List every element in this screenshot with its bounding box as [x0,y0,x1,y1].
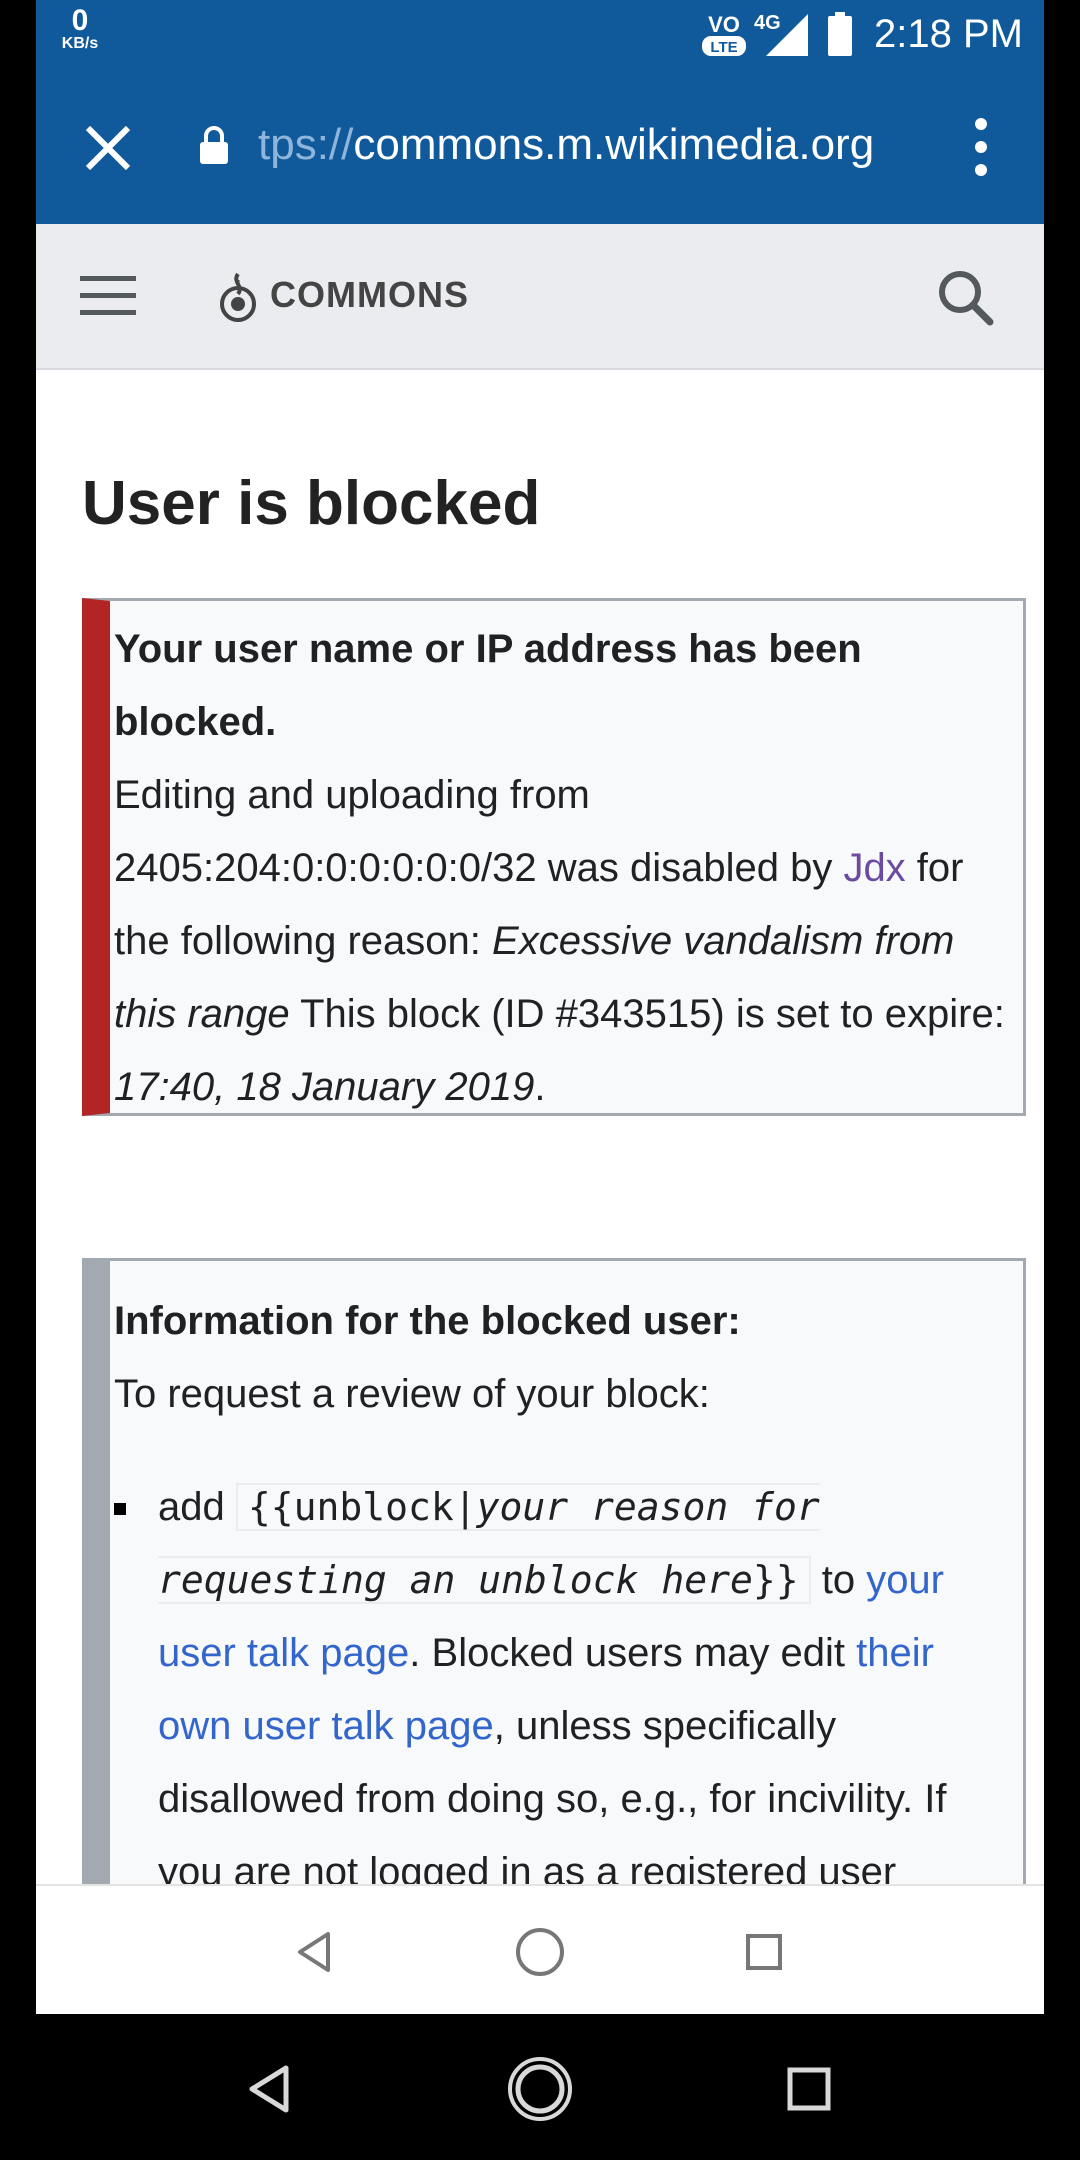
commons-logo-icon[interactable] [216,270,260,326]
blocker-link[interactable]: Jdx [843,846,905,890]
url-field[interactable]: tps://commons.m.wikimedia.org [258,120,874,170]
blocked-user-info: Information for the blocked user: To req… [82,1258,1026,1884]
lock-icon [200,126,228,164]
block-expiry: 17:40, 18 January 2019 [114,1065,535,1109]
back-icon[interactable] [286,1922,346,1982]
network-speed-unit: KB/s [61,35,99,52]
search-icon[interactable] [936,268,994,326]
wiki-header: COMMONS [36,224,1044,370]
text-after-link: . Blocked users may edit [409,1631,857,1675]
item-to-text: to [810,1558,867,1602]
block-notice-text-3: This block (ID #343515) is set to expire… [289,992,1005,1036]
clock: 2:18 PM [874,12,1023,56]
block-notice-text-1: Editing and uploading from 2405:204:0:0:… [114,773,844,890]
recents-icon[interactable] [774,2054,844,2124]
info-list: add {{unblock|your reason for requesting… [114,1471,1009,1884]
home-icon[interactable] [505,2054,575,2124]
network-speed: 0 KB/s [50,6,110,52]
block-notice-body: Editing and uploading from 2405:204:0:0:… [114,759,1009,1124]
code-open: {{unblock| [247,1485,477,1529]
lte-label: LTE [710,39,737,56]
more-vert-icon[interactable] [966,116,996,178]
url-host: commons.m.wikimedia.org [353,120,875,169]
block-notice-heading: Your user name or IP address has been bl… [114,627,862,744]
block-notice: Your user name or IP address has been bl… [82,598,1026,1116]
block-notice-text-4: . [534,1065,546,1109]
close-icon[interactable] [78,118,138,178]
info-heading: Information for the blocked user: [114,1299,741,1343]
info-intro: To request a review of your block: [114,1372,710,1416]
volte-label: VO [708,12,740,37]
network-speed-value: 0 [71,4,89,37]
unblock-template-code: {{unblock|your reason for requesting an … [158,1483,820,1604]
signal-icon [766,14,808,56]
list-item: add {{unblock|your reason for requesting… [114,1471,1009,1884]
app-frame: 0 KB/s VO LTE 4G 2:18 PM tps://commons.m… [36,0,1044,2014]
browser-url-bar: tps://commons.m.wikimedia.org [36,70,1044,224]
page-content: User is blocked Your user name or IP add… [36,370,1044,1884]
recents-icon[interactable] [734,1922,794,1982]
url-scheme: tps:// [258,120,354,169]
browser-nav-bar [36,1884,1044,2014]
code-close: }} [752,1558,799,1602]
home-icon[interactable] [510,1922,570,1982]
back-icon[interactable] [236,2054,306,2124]
volte-icon: VO LTE [702,12,746,56]
menu-icon[interactable] [80,272,136,320]
bullet [114,1503,126,1515]
battery-icon [828,12,852,56]
status-bar: 0 KB/s VO LTE 4G 2:18 PM [36,0,1044,70]
page-title: User is blocked [82,469,541,538]
item-add-text: add [158,1485,236,1529]
system-nav-bar [0,2014,1080,2160]
site-logo-text[interactable]: COMMONS [270,274,469,316]
